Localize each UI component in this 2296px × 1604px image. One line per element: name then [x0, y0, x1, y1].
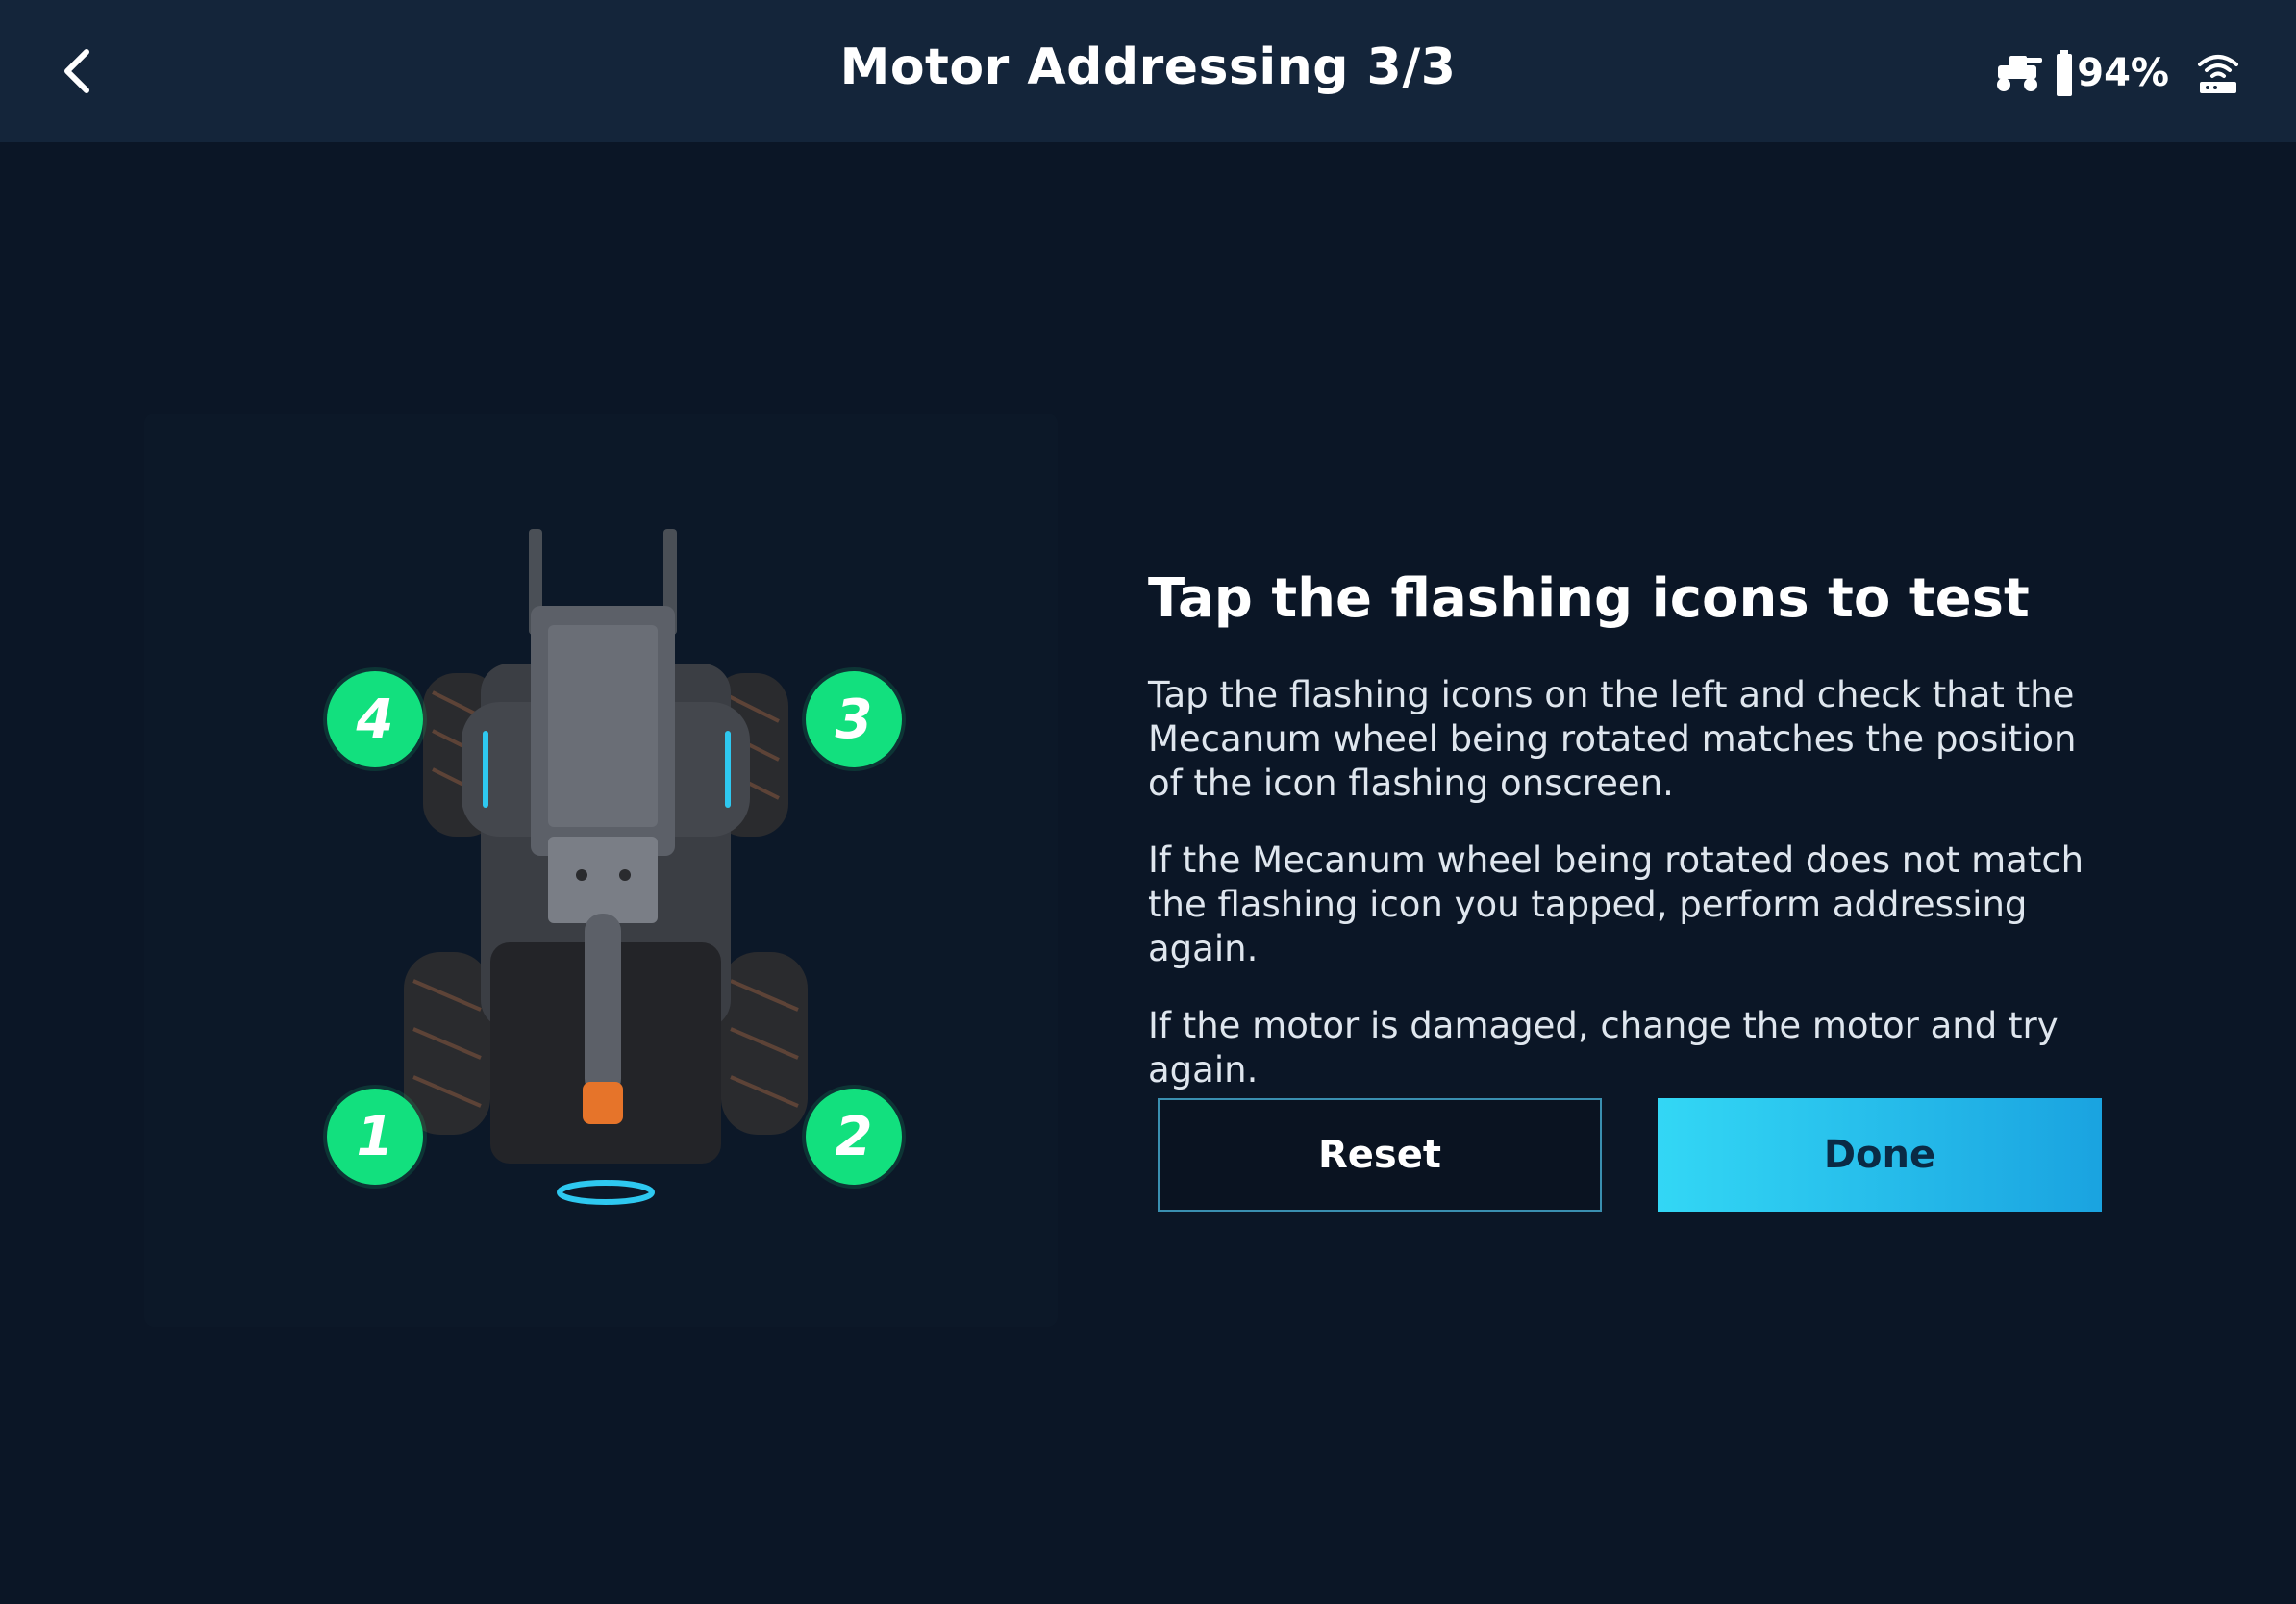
wheel-3-badge[interactable]: 3 [806, 671, 902, 767]
battery-percent: 94% [2077, 51, 2169, 95]
instruction-paragraph-1: Tap the flashing icons on the left and c… [1148, 674, 2077, 804]
instructions: Tap the flashing icons to test Tap the f… [1148, 567, 2109, 1125]
instruction-heading: Tap the flashing icons to test [1148, 567, 2030, 630]
wheel-4-badge[interactable]: 4 [327, 671, 423, 767]
robot-icon [1997, 56, 2043, 91]
status-indicators: 94% [1994, 44, 2242, 102]
wheel-2-badge[interactable]: 2 [806, 1089, 902, 1185]
reset-button[interactable]: Reset [1158, 1098, 1602, 1212]
wheel-1-badge[interactable]: 1 [327, 1089, 423, 1185]
robot-illustration-panel: 4 3 1 2 [144, 414, 1058, 1327]
done-button[interactable]: Done [1658, 1098, 2102, 1212]
battery-icon [2057, 50, 2073, 96]
instruction-paragraph-3: If the motor is damaged, change the moto… [1148, 1005, 2059, 1090]
page-title: Motor Addressing 3/3 [839, 38, 1457, 96]
top-bar: Motor Addressing 3/3 94% [0, 0, 2296, 142]
router-wifi-icon [2198, 55, 2238, 93]
robot-battery-status: 94% [1994, 50, 2169, 96]
instruction-paragraph-2: If the Mecanum wheel being rotated does … [1148, 840, 2084, 969]
motor-addressing-screen: Motor Addressing 3/3 94% 4 3 1 2 Tap the… [0, 0, 2296, 1604]
